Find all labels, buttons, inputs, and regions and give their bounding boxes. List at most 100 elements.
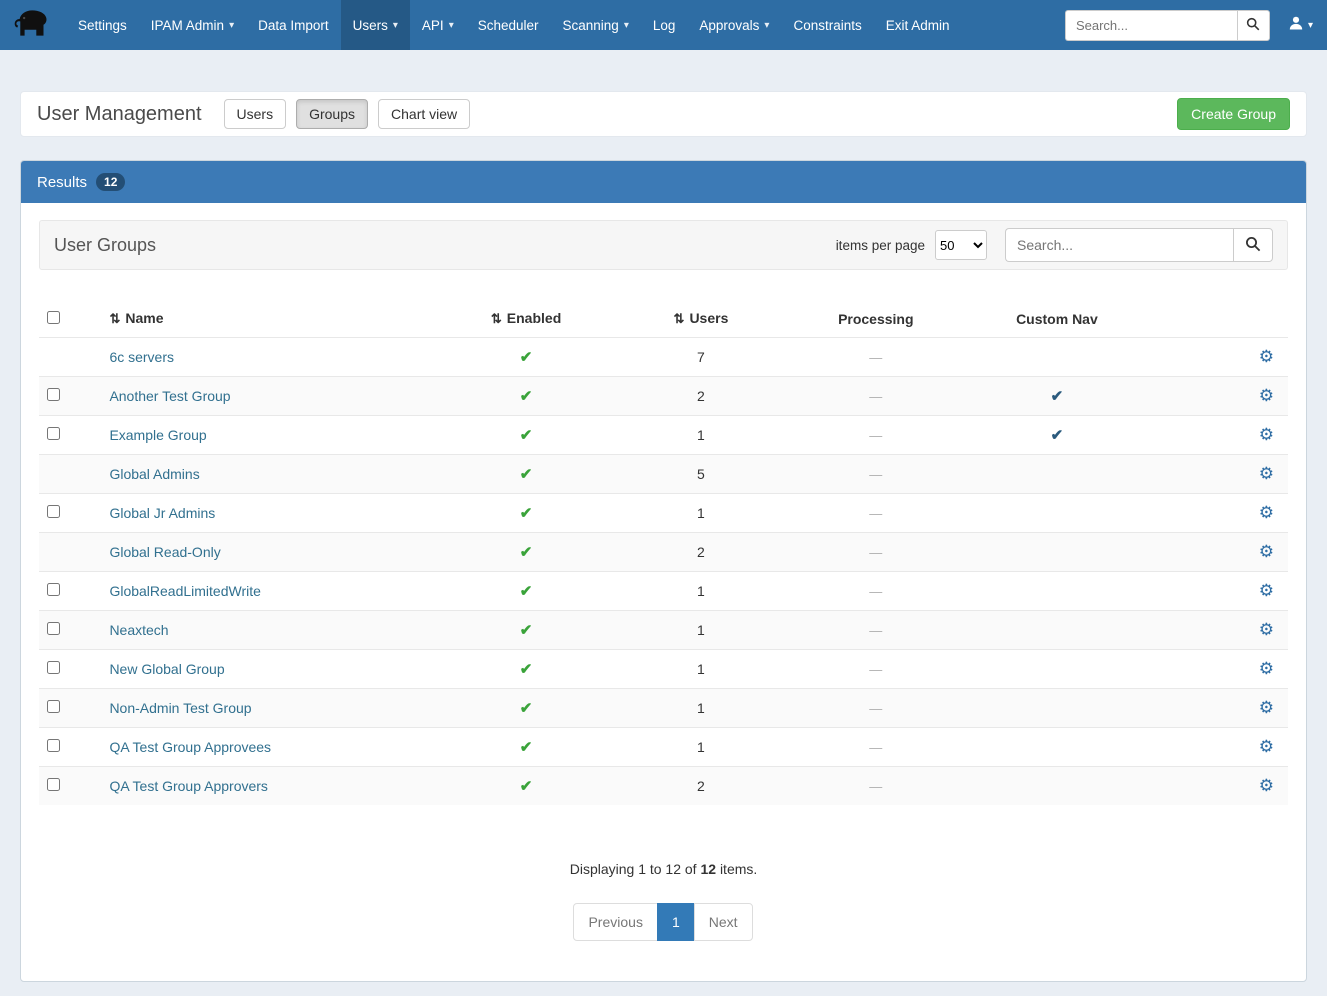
nav-item-users[interactable]: Users ▾ bbox=[341, 0, 410, 50]
group-name-link[interactable]: QA Test Group Approvees bbox=[109, 739, 271, 755]
processing-value: — bbox=[869, 389, 882, 404]
row-settings-gear-icon[interactable]: ⚙ bbox=[1259, 659, 1274, 678]
column-header-processing: Processing bbox=[788, 300, 963, 338]
view-button-groups[interactable]: Groups bbox=[296, 99, 368, 129]
pagination: Previous 1 Next bbox=[39, 903, 1288, 941]
navbar-left: Settings IPAM Admin ▾ Data Import Users … bbox=[8, 0, 962, 50]
view-button-label: Chart view bbox=[391, 106, 457, 122]
column-header-users[interactable]: ⇅Users bbox=[614, 300, 789, 338]
app-logo[interactable] bbox=[8, 5, 52, 45]
row-settings-gear-icon[interactable]: ⚙ bbox=[1259, 698, 1274, 717]
enabled-check-icon: ✔ bbox=[520, 505, 533, 522]
view-button-chart-view[interactable]: Chart view bbox=[378, 99, 470, 129]
processing-value: — bbox=[869, 467, 882, 482]
table-row: GlobalReadLimitedWrite ✔ 1 — ✔ ⚙ bbox=[39, 572, 1288, 611]
app-viewport: Settings IPAM Admin ▾ Data Import Users … bbox=[0, 0, 1327, 996]
table-search-input[interactable] bbox=[1005, 228, 1233, 262]
nav-item-scheduler[interactable]: Scheduler bbox=[466, 0, 551, 50]
navbar-search-input[interactable] bbox=[1065, 10, 1237, 41]
row-checkbox[interactable] bbox=[47, 505, 60, 518]
navbar-search-button[interactable] bbox=[1237, 10, 1270, 41]
column-header-enabled[interactable]: ⇅Enabled bbox=[439, 300, 614, 338]
group-name-link[interactable]: Another Test Group bbox=[109, 388, 230, 404]
nav-item-label: Users bbox=[353, 18, 388, 33]
nav-item-data-import[interactable]: Data Import bbox=[246, 0, 341, 50]
row-checkbox[interactable] bbox=[47, 427, 60, 440]
create-group-button[interactable]: Create Group bbox=[1177, 98, 1290, 130]
nav-item-constraints[interactable]: Constraints bbox=[781, 0, 873, 50]
results-panel-body: User Groups items per page 50 bbox=[21, 203, 1306, 981]
nav-item-log[interactable]: Log bbox=[641, 0, 688, 50]
group-name-link[interactable]: Neaxtech bbox=[109, 622, 168, 638]
table-search-button[interactable] bbox=[1233, 228, 1273, 262]
row-checkbox[interactable] bbox=[47, 622, 60, 635]
displaying-text: Displaying 1 to 12 of 12 items. bbox=[39, 861, 1288, 877]
nav-item-label: Constraints bbox=[793, 18, 861, 33]
group-name-link[interactable]: Example Group bbox=[109, 427, 206, 443]
nav-item-approvals[interactable]: Approvals ▾ bbox=[687, 0, 781, 50]
displaying-total: 12 bbox=[700, 861, 716, 877]
processing-value: — bbox=[869, 545, 882, 560]
select-all-checkbox[interactable] bbox=[47, 311, 60, 324]
search-icon bbox=[1246, 17, 1260, 34]
group-name-link[interactable]: Global Admins bbox=[109, 466, 199, 482]
group-name-link[interactable]: Global Jr Admins bbox=[109, 505, 215, 521]
row-settings-gear-icon[interactable]: ⚙ bbox=[1259, 464, 1274, 483]
column-label: Users bbox=[689, 310, 728, 326]
elephant-logo-icon bbox=[12, 9, 48, 42]
row-checkbox[interactable] bbox=[47, 388, 60, 401]
row-checkbox[interactable] bbox=[47, 778, 60, 791]
group-name-link[interactable]: GlobalReadLimitedWrite bbox=[109, 583, 260, 599]
nav-item-settings[interactable]: Settings bbox=[66, 0, 139, 50]
items-per-page-select[interactable]: 50 bbox=[935, 230, 987, 260]
row-checkbox[interactable] bbox=[47, 661, 60, 674]
row-settings-gear-icon[interactable]: ⚙ bbox=[1259, 503, 1274, 522]
row-settings-gear-icon[interactable]: ⚙ bbox=[1259, 776, 1274, 795]
users-count: 7 bbox=[614, 338, 789, 377]
table-toolbar: User Groups items per page 50 bbox=[39, 220, 1288, 270]
processing-value: — bbox=[869, 701, 882, 716]
navbar-search bbox=[1065, 10, 1270, 41]
group-name-link[interactable]: Global Read-Only bbox=[109, 544, 220, 560]
row-settings-gear-icon[interactable]: ⚙ bbox=[1259, 581, 1274, 600]
table-row: 6c servers ✔ 7 — ✔ ⚙ bbox=[39, 338, 1288, 377]
enabled-check-icon: ✔ bbox=[520, 583, 533, 600]
table-row: QA Test Group Approvers ✔ 2 — ✔ ⚙ bbox=[39, 767, 1288, 806]
nav-item-ipam-admin[interactable]: IPAM Admin ▾ bbox=[139, 0, 246, 50]
column-label: Enabled bbox=[507, 310, 561, 326]
nav-item-exit-admin[interactable]: Exit Admin bbox=[874, 0, 962, 50]
enabled-check-icon: ✔ bbox=[520, 778, 533, 795]
pagination-previous[interactable]: Previous bbox=[573, 903, 657, 941]
pagination-next[interactable]: Next bbox=[694, 903, 753, 941]
group-name-link[interactable]: QA Test Group Approvers bbox=[109, 778, 268, 794]
users-count: 2 bbox=[614, 377, 789, 416]
nav-item-label: Exit Admin bbox=[886, 18, 950, 33]
view-button-users[interactable]: Users bbox=[224, 99, 287, 129]
table-search bbox=[1005, 228, 1273, 262]
row-settings-gear-icon[interactable]: ⚙ bbox=[1259, 542, 1274, 561]
nav-item-scanning[interactable]: Scanning ▾ bbox=[551, 0, 641, 50]
row-settings-gear-icon[interactable]: ⚙ bbox=[1259, 347, 1274, 366]
chevron-down-icon: ▾ bbox=[449, 20, 454, 31]
table-row: New Global Group ✔ 1 — ✔ ⚙ bbox=[39, 650, 1288, 689]
nav-item-api[interactable]: API ▾ bbox=[410, 0, 466, 50]
row-checkbox[interactable] bbox=[47, 700, 60, 713]
row-settings-gear-icon[interactable]: ⚙ bbox=[1259, 737, 1274, 756]
column-header-name[interactable]: ⇅Name bbox=[101, 300, 438, 338]
row-checkbox[interactable] bbox=[47, 583, 60, 596]
nav-item-label: Log bbox=[653, 18, 676, 33]
users-count: 2 bbox=[614, 533, 789, 572]
group-name-link[interactable]: Non-Admin Test Group bbox=[109, 700, 251, 716]
row-settings-gear-icon[interactable]: ⚙ bbox=[1259, 620, 1274, 639]
group-name-link[interactable]: 6c servers bbox=[109, 349, 174, 365]
users-count: 1 bbox=[614, 494, 789, 533]
row-settings-gear-icon[interactable]: ⚙ bbox=[1259, 425, 1274, 444]
user-menu[interactable]: ▾ bbox=[1284, 15, 1317, 36]
row-checkbox[interactable] bbox=[47, 739, 60, 752]
row-settings-gear-icon[interactable]: ⚙ bbox=[1259, 386, 1274, 405]
items-per-page-label: items per page bbox=[836, 238, 925, 253]
group-name-link[interactable]: New Global Group bbox=[109, 661, 224, 677]
sort-icon: ⇅ bbox=[109, 311, 120, 326]
enabled-check-icon: ✔ bbox=[520, 466, 533, 483]
pagination-page-1[interactable]: 1 bbox=[657, 903, 695, 941]
